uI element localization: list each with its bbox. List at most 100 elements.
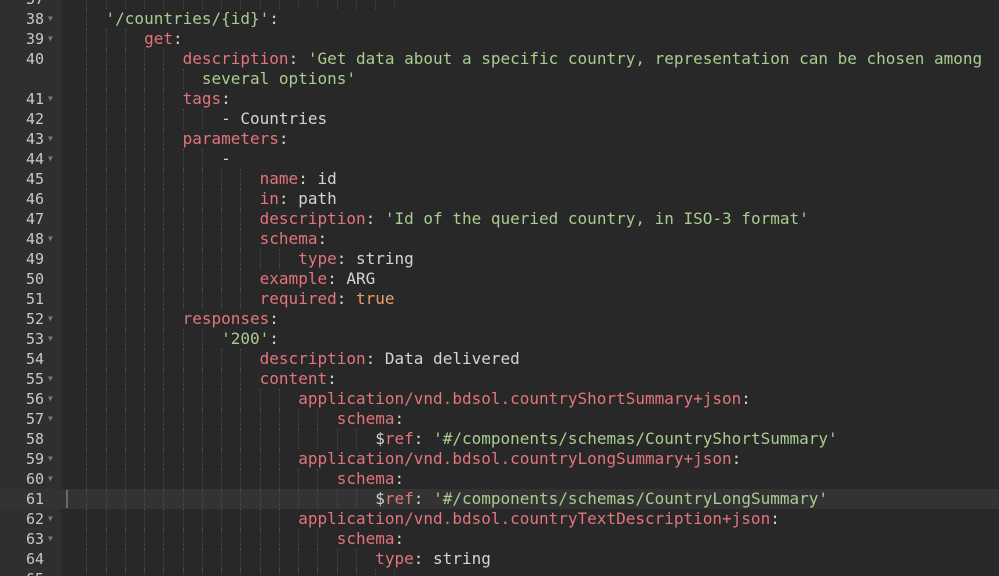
line-number: 40 — [25, 50, 44, 68]
code-text: schema: — [67, 469, 404, 489]
indent-guide — [144, 0, 146, 9]
fold-arrow-icon[interactable]: ▼ — [48, 449, 58, 469]
code-line[interactable]: 44 ▼ - — [0, 149, 999, 169]
code-line[interactable]: 57 ▼ schema: — [0, 409, 999, 429]
fold-arrow-icon[interactable]: ▼ — [48, 529, 58, 549]
fold-arrow-icon[interactable]: ▼ — [48, 149, 58, 169]
code-token: : Data delivered — [365, 349, 520, 368]
code-line[interactable]: 64 type: string — [0, 549, 999, 569]
yaml-string: 'Get data about a specific country, repr… — [307, 49, 983, 68]
code-line[interactable]: 39 ▼ get: — [0, 29, 999, 49]
yaml-key: required — [259, 289, 337, 308]
indent-guide — [221, 0, 223, 9]
code-line[interactable]: 40 description: 'Get data about a specif… — [0, 49, 999, 69]
code-line[interactable]: 37 — [0, 0, 999, 9]
line-number: 64 — [25, 550, 44, 568]
code-token: : — [221, 89, 231, 108]
code-line[interactable]: 63 ▼ schema: — [0, 529, 999, 549]
code-text: type: string — [67, 249, 414, 269]
code-line[interactable]: 51 required: true — [0, 289, 999, 309]
yaml-key: application/vnd.bdsol.countryTextDescrip… — [298, 509, 771, 528]
indent-guide — [336, 569, 338, 576]
code-token: : — [741, 389, 751, 408]
fold-arrow-icon[interactable]: ▼ — [48, 509, 58, 529]
code-token: : string — [413, 549, 491, 568]
code-token: : — [413, 429, 434, 448]
code-line-wrap[interactable]: several options' — [0, 69, 999, 89]
code-line[interactable]: 58 $ref: '#/components/schemas/CountrySh… — [0, 429, 999, 449]
code-line[interactable]: 45 name: id — [0, 169, 999, 189]
fold-arrow-icon[interactable]: ▼ — [48, 469, 58, 489]
code-line[interactable]: 46 in: path — [0, 189, 999, 209]
code-lines[interactable]: 3738▼ '/countries/{id}':39▼ get:40 descr… — [0, 0, 999, 576]
fold-arrow-icon[interactable]: ▼ — [48, 9, 58, 29]
yaml-key: name — [259, 169, 299, 188]
code-line[interactable]: 47 description: 'Id of the queried count… — [0, 209, 999, 229]
line-number: 57 — [25, 410, 44, 428]
fold-arrow-icon[interactable]: ▼ — [48, 89, 58, 109]
code-token: : — [172, 29, 183, 48]
code-line[interactable]: 42 - Countries — [0, 109, 999, 129]
code-line[interactable]: 43 ▼ parameters: — [0, 129, 999, 149]
code-line[interactable]: 55 ▼ content: — [0, 369, 999, 389]
code-text: get: — [67, 29, 183, 49]
code-line[interactable]: 56 ▼ application/vnd.bdsol.countryShortSu… — [0, 389, 999, 409]
indent-guide — [278, 0, 280, 9]
yaml-key: tags — [182, 89, 222, 108]
code-editor[interactable]: 3738▼ '/countries/{id}':39▼ get:40 descr… — [0, 0, 999, 576]
fold-arrow-icon[interactable]: ▼ — [48, 129, 58, 149]
line-number: 51 — [25, 290, 44, 308]
yaml-key: ref — [384, 429, 414, 448]
line-number: 46 — [25, 190, 44, 208]
line-number: 45 — [25, 170, 44, 188]
code-text: - Countries — [67, 109, 327, 129]
yaml-key: description — [259, 349, 366, 368]
code-line[interactable]: 52 ▼ responses: — [0, 309, 999, 329]
code-line[interactable]: 61 $ref: '#/components/schemas/CountryLo… — [0, 489, 999, 509]
line-number: 62 — [25, 510, 44, 528]
code-text: schema: — [67, 229, 327, 249]
code-text: description: 'Id of the queried country,… — [67, 209, 809, 229]
fold-arrow-icon[interactable]: ▼ — [48, 409, 58, 429]
indent-guide — [105, 0, 107, 9]
code-line[interactable]: 41 ▼ tags: — [0, 89, 999, 109]
yaml-key: type — [375, 549, 414, 568]
yaml-key: description — [259, 209, 366, 228]
fold-arrow-icon[interactable]: ▼ — [48, 369, 58, 389]
code-token: : path — [278, 189, 337, 208]
fold-arrow-icon[interactable]: ▼ — [48, 229, 58, 249]
code-line[interactable]: 50 example: ARG — [0, 269, 999, 289]
code-text: type: string — [67, 549, 491, 569]
code-line[interactable]: 59 ▼ application/vnd.bdsol.countryLongSum… — [0, 449, 999, 469]
line-number: 47 — [25, 210, 44, 228]
indent-guide — [317, 569, 319, 576]
code-line[interactable]: 49 type: string — [0, 249, 999, 269]
code-line[interactable]: 60 ▼ schema: — [0, 469, 999, 489]
indent-guide — [355, 0, 357, 9]
code-line[interactable]: 38 ▼ '/countries/{id}': — [0, 9, 999, 29]
code-text: description: 'Get data about a specific … — [67, 49, 983, 69]
fold-arrow-icon[interactable]: ▼ — [48, 329, 58, 349]
code-line[interactable]: 54 description: Data delivered — [0, 349, 999, 369]
code-line[interactable]: 62 ▼ application/vnd.bdsol.countryTextDes… — [0, 509, 999, 529]
code-line[interactable]: 53 ▼ '200': — [0, 329, 999, 349]
code-line[interactable]: 65 — [0, 569, 999, 576]
indent-guide — [240, 569, 242, 576]
code-line[interactable]: 48 ▼ schema: — [0, 229, 999, 249]
indent-guide — [144, 569, 146, 576]
fold-arrow-icon[interactable]: ▼ — [48, 309, 58, 329]
fold-arrow-icon[interactable]: ▼ — [48, 389, 58, 409]
indent-guide — [355, 569, 357, 576]
fold-arrow-icon[interactable]: ▼ — [48, 29, 58, 49]
